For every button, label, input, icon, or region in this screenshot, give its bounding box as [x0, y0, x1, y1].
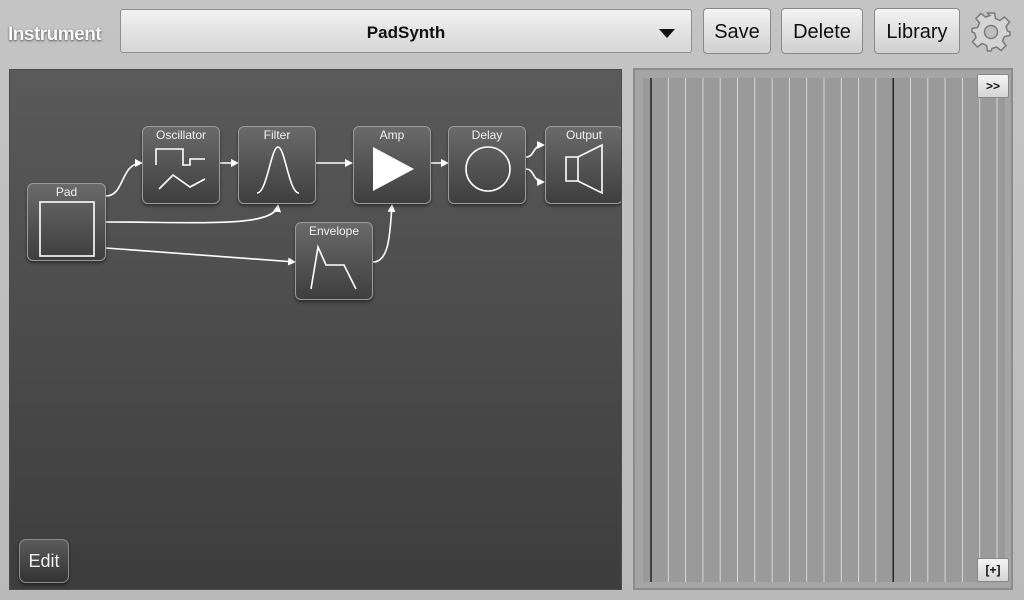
delete-button[interactable]: Delete: [781, 8, 863, 54]
wire-pad-filter: [105, 204, 282, 224]
instrument-label: Instrument: [8, 24, 102, 45]
filter-module-label: Filter: [263, 128, 291, 142]
amp-module-label: Amp: [379, 128, 405, 142]
patch-panel: Pad Oscillator Filter Amp Delay Output E…: [9, 69, 622, 590]
sequencer-grid[interactable]: [635, 70, 1011, 588]
wire-delay-output-right: [525, 168, 545, 186]
add-track-button[interactable]: [+]: [977, 558, 1009, 582]
oscillator-module-label: Oscillator: [155, 128, 206, 142]
expand-button[interactable]: >>: [977, 74, 1009, 98]
wire-pad-oscillator: [105, 159, 143, 197]
gear-icon[interactable]: [968, 9, 1014, 55]
oscillator-module[interactable]: Oscillator: [142, 126, 220, 204]
pad-square-icon: [39, 201, 95, 257]
output-module[interactable]: Output: [545, 126, 621, 204]
amp-module[interactable]: Amp: [353, 126, 431, 204]
wire-envelope-amp: [372, 204, 396, 263]
wire-pad-envelope: [105, 247, 296, 266]
pad-module[interactable]: Pad: [27, 183, 106, 261]
envelope-module-label: Envelope: [308, 224, 360, 238]
envelope-shape-icon: [310, 244, 357, 290]
instrument-select-value: PadSynth: [366, 23, 446, 42]
delay-circle-icon: [465, 146, 511, 192]
pad-module-label: Pad: [55, 185, 78, 199]
top-bar: Instrument PadSynth Save Delete Library: [0, 0, 1024, 64]
wire-delay-output-left: [525, 141, 545, 158]
library-button[interactable]: Library: [874, 8, 960, 54]
save-button[interactable]: Save: [703, 8, 771, 54]
chevron-down-icon: [659, 29, 675, 38]
output-module-label: Output: [565, 128, 603, 142]
delay-module-label: Delay: [471, 128, 503, 142]
envelope-module[interactable]: Envelope: [295, 222, 373, 300]
instrument-select[interactable]: PadSynth: [120, 9, 692, 53]
delay-module[interactable]: Delay: [448, 126, 526, 204]
amp-triangle-icon: [373, 147, 414, 191]
waveform-icon: [155, 148, 206, 190]
speaker-icon: [565, 143, 603, 195]
filter-module[interactable]: Filter: [238, 126, 316, 204]
sequencer-panel: >> [+]: [633, 68, 1013, 590]
filter-curve-icon: [256, 146, 300, 194]
edit-button[interactable]: Edit: [19, 539, 69, 583]
